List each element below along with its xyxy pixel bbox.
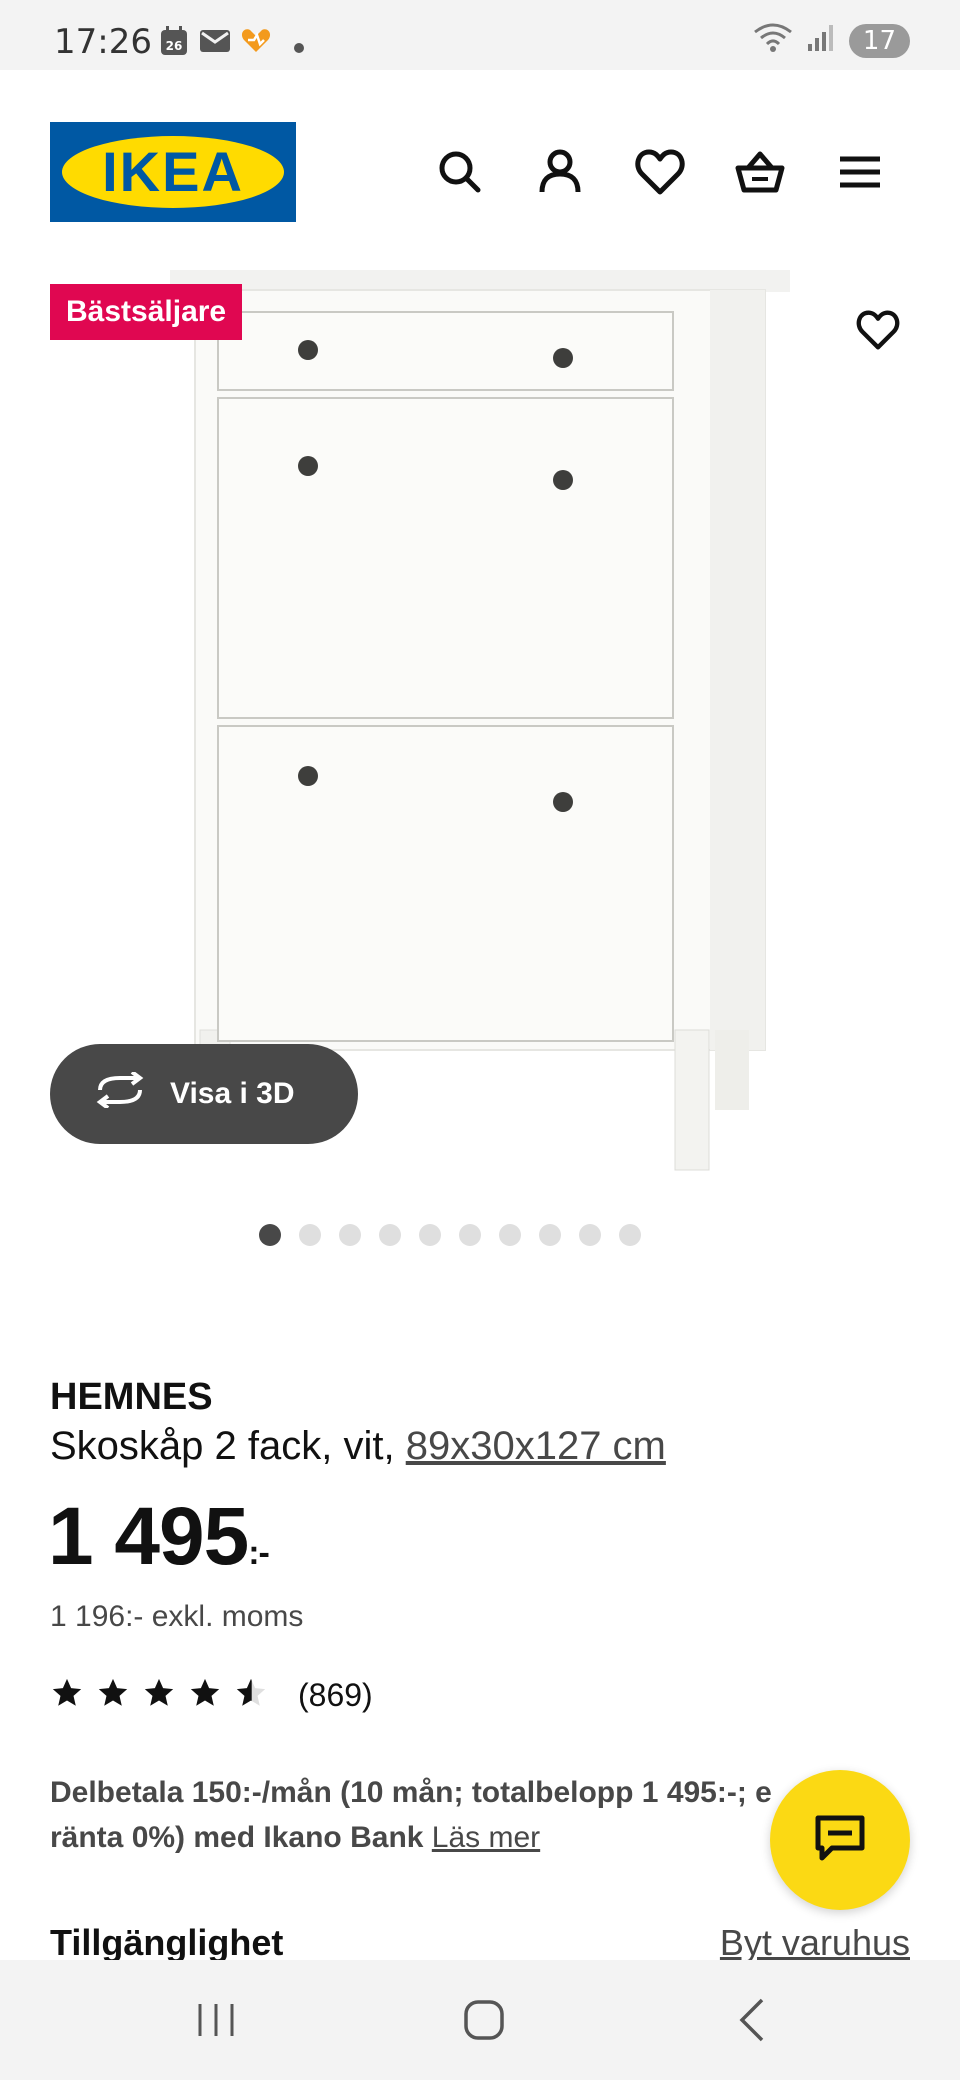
bestseller-badge: Bästsäljare <box>50 284 243 340</box>
svg-text:26: 26 <box>166 39 183 53</box>
heart-app-icon <box>240 28 272 59</box>
product-description-text: Skoskåp 2 fack, vit, <box>50 1424 395 1468</box>
change-store-link[interactable]: Byt varuhus <box>720 1922 910 1964</box>
pagination-dot[interactable] <box>259 1224 281 1246</box>
heart-icon[interactable] <box>630 142 690 202</box>
notification-dot-icon <box>294 40 304 58</box>
financing-text-line1: Delbetala 150:-/mån (10 mån; totalbelopp… <box>50 1776 772 1809</box>
site-header: IKEA <box>0 70 960 270</box>
back-icon[interactable] <box>724 1990 784 2050</box>
product-brand: HEMNES <box>50 1376 213 1418</box>
view-in-3d-button[interactable]: Visa i 3D <box>50 1044 358 1144</box>
star-icon <box>188 1676 222 1715</box>
review-count: (869) <box>298 1677 373 1713</box>
pagination-dot[interactable] <box>379 1224 401 1246</box>
chat-icon <box>812 1810 868 1871</box>
chat-button[interactable] <box>770 1770 910 1910</box>
view-in-3d-label: Visa i 3D <box>170 1077 295 1110</box>
price-unit: :- <box>248 1534 270 1572</box>
status-bar: 17:26 26 17 <box>0 0 960 70</box>
gallery-pagination <box>0 1224 960 1246</box>
status-right: 17 <box>753 22 910 59</box>
price-amount: 1 495 <box>48 1491 249 1582</box>
price-ex-vat: 1 196:- exkl. moms <box>50 1600 304 1633</box>
pagination-dot[interactable] <box>459 1224 481 1246</box>
pagination-dot[interactable] <box>539 1224 561 1246</box>
signal-icon <box>807 24 835 57</box>
star-icon <box>96 1676 130 1715</box>
wifi-icon <box>753 22 793 59</box>
home-icon[interactable] <box>454 1990 514 2050</box>
financing-text-line2: ränta 0%) med Ikano Bank <box>50 1821 424 1854</box>
logo-text: IKEA <box>102 140 244 203</box>
rotate-3d-icon <box>94 1070 146 1116</box>
star-icon <box>50 1676 84 1715</box>
availability-title: Tillgänglighet <box>50 1922 284 1963</box>
pagination-dot[interactable] <box>339 1224 361 1246</box>
pagination-dot[interactable] <box>419 1224 441 1246</box>
battery-indicator: 17 <box>848 23 910 58</box>
calendar-icon: 26 <box>160 26 188 61</box>
star-icon <box>142 1676 176 1715</box>
pagination-dot[interactable] <box>619 1224 641 1246</box>
add-to-favourites-icon[interactable] <box>852 304 904 356</box>
recent-apps-icon[interactable] <box>186 1990 246 2050</box>
financing-info: Delbetala 150:-/mån (10 mån; totalbelopp… <box>50 1770 850 1860</box>
basket-icon[interactable] <box>730 142 790 202</box>
pagination-dot[interactable] <box>579 1224 601 1246</box>
system-navigation-bar <box>0 1960 960 2080</box>
pagination-dot[interactable] <box>499 1224 521 1246</box>
pagination-dot[interactable] <box>299 1224 321 1246</box>
status-time: 17:26 <box>54 22 152 62</box>
product-dimensions-link[interactable]: 89x30x127 cm <box>406 1424 666 1468</box>
account-icon[interactable] <box>530 142 590 202</box>
menu-icon[interactable] <box>830 142 890 202</box>
product-rating[interactable]: (869) <box>50 1676 373 1715</box>
ikea-logo[interactable]: IKEA <box>50 122 296 222</box>
product-description: Skoskåp 2 fack, vit, 89x30x127 cm <box>50 1424 666 1469</box>
product-price: 1 495:- <box>48 1490 270 1584</box>
search-icon[interactable] <box>430 142 490 202</box>
read-more-link[interactable]: Läs mer <box>432 1821 540 1854</box>
half-star-icon <box>234 1676 268 1715</box>
mail-icon <box>200 30 230 57</box>
